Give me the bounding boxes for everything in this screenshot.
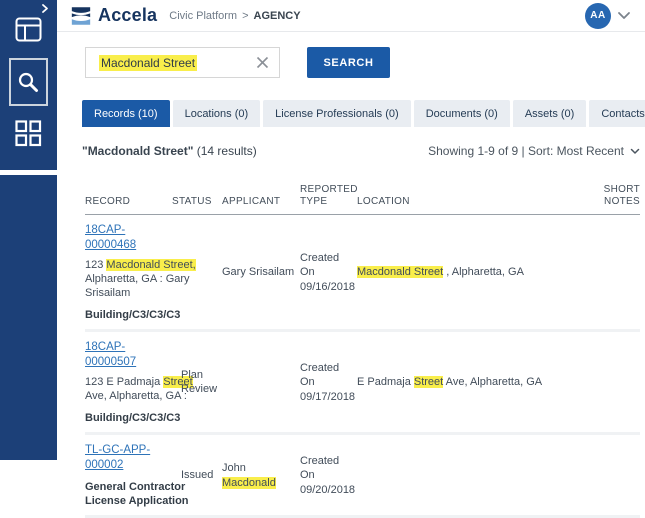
search-term-highlight: Macdonald Street	[357, 266, 443, 278]
expand-chevron-icon[interactable]	[40, 3, 50, 14]
record-description: 123 Macdonald Street, Alpharetta, GA : G…	[85, 258, 201, 301]
logo-wordmark: Accela	[98, 5, 157, 26]
column-header-short-notes: SHORT NOTES	[582, 184, 640, 208]
table-row: 18CAP-00000507 123 E Padmaja Street Ave,…	[85, 332, 640, 435]
sort-chevron-icon[interactable]	[630, 148, 640, 155]
tab-locations[interactable]: Locations (0)	[173, 100, 261, 127]
applicant-cell: John Macdonald	[222, 461, 300, 490]
reported-type-cell: Created On 09/16/2018	[300, 251, 357, 294]
search-term-text: "Macdonald Street"	[82, 144, 193, 158]
result-count-text: (14 results)	[193, 144, 256, 158]
results-summary: "Macdonald Street" (14 results)	[82, 144, 257, 158]
breadcrumb-platform[interactable]: Civic Platform	[169, 10, 237, 22]
results-summary-row: "Macdonald Street" (14 results) Showing …	[82, 144, 640, 158]
accela-logo: Accela	[70, 5, 157, 26]
search-input[interactable]: Macdonald Street	[85, 47, 280, 78]
search-term-highlight: Macdonald	[222, 477, 276, 489]
status-cell: Plan Review	[172, 368, 222, 397]
record-cell: 18CAP-00000507 123 E Padmaja Street Ave,…	[85, 340, 172, 425]
app-grid-icon[interactable]	[15, 120, 42, 147]
search-section: Macdonald Street SEARCH	[85, 47, 645, 78]
record-category: General Contractor License Application	[85, 480, 201, 509]
top-header-bar: Accela Civic Platform > AGENCY AA	[57, 0, 645, 32]
breadcrumb-agency: AGENCY	[254, 10, 301, 22]
column-header-record: RECORD	[85, 196, 172, 208]
account-menu-chevron-icon[interactable]	[617, 11, 631, 20]
search-term-highlight: Macdonald Street,	[106, 259, 195, 271]
breadcrumb: Civic Platform > AGENCY	[169, 10, 300, 22]
record-cell: TL-GC-APP-000002 General Contractor Lice…	[85, 443, 172, 508]
results-table-body: 18CAP-00000468 123 Macdonald Street, Alp…	[85, 215, 640, 518]
column-header-location: LOCATION	[357, 196, 582, 208]
magnifier-icon	[17, 71, 40, 94]
tab-contacts[interactable]: Contacts (1)	[589, 100, 645, 127]
status-cell: Issued	[172, 468, 222, 482]
left-navigation-sidebar	[0, 0, 57, 460]
layout-panels-icon[interactable]	[15, 17, 42, 42]
column-header-applicant: APPLICANT	[222, 196, 300, 208]
record-category: Building/C3/C3/C3	[85, 411, 201, 425]
reported-type-cell: Created On 09/20/2018	[300, 454, 357, 497]
record-category: Building/C3/C3/C3	[85, 308, 201, 322]
table-row: 18CAP-00000468 123 Macdonald Street, Alp…	[85, 215, 640, 332]
user-avatar[interactable]: AA	[585, 3, 611, 29]
main-content: Accela Civic Platform > AGENCY AA Macdon…	[57, 0, 645, 460]
search-input-value: Macdonald Street	[99, 55, 197, 71]
record-link[interactable]: TL-GC-APP-000002	[85, 443, 172, 473]
tab-documents[interactable]: Documents (0)	[414, 100, 510, 127]
applicant-cell: Gary Srisailam	[222, 265, 300, 279]
sidebar-lower-panel	[0, 175, 57, 460]
results-table: RECORDSTATUSAPPLICANTREPORTED TYPELOCATI…	[85, 184, 640, 518]
location-cell: Macdonald Street , Alpharetta, GA	[357, 265, 582, 279]
record-link[interactable]: 18CAP-00000468	[85, 223, 172, 253]
location-cell: E Padmaja Street Ave, Alpharetta, GA	[357, 375, 582, 389]
reported-type-cell: Created On 09/17/2018	[300, 361, 357, 404]
tabs: Records (10)Locations (0)License Profess…	[82, 100, 645, 127]
column-header-status: STATUS	[172, 196, 222, 208]
results-table-header: RECORDSTATUSAPPLICANTREPORTED TYPELOCATI…	[85, 184, 640, 215]
record-link[interactable]: 18CAP-00000507	[85, 340, 172, 370]
record-cell: 18CAP-00000468 123 Macdonald Street, Alp…	[85, 223, 172, 322]
search-button[interactable]: SEARCH	[307, 47, 390, 78]
search-term-highlight: Street	[414, 376, 443, 388]
tab-assets[interactable]: Assets (0)	[513, 100, 587, 127]
breadcrumb-separator: >	[242, 10, 248, 22]
column-header-reported-type: REPORTED TYPE	[300, 184, 357, 208]
search-nav-item-active[interactable]	[9, 58, 48, 106]
tab-records[interactable]: Records (10)	[82, 100, 170, 127]
sidebar-icon-section	[0, 0, 57, 170]
showing-sort-text: Showing 1-9 of 9 | Sort: Most Recent	[428, 144, 624, 158]
accela-logo-mark	[70, 6, 92, 26]
tab-license-professionals[interactable]: License Professionals (0)	[263, 100, 411, 127]
table-row: TL-GC-APP-000002 General Contractor Lice…	[85, 435, 640, 518]
clear-search-icon[interactable]	[255, 55, 270, 70]
